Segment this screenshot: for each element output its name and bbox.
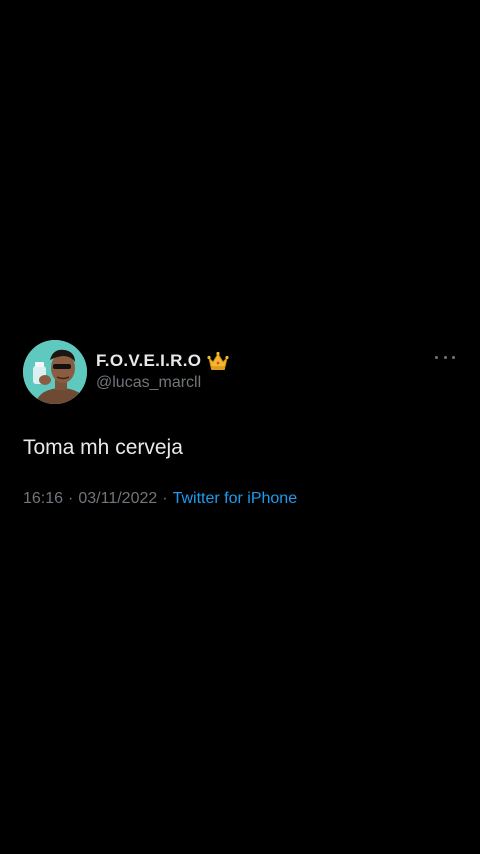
tweet-meta: 16:16 · 03/11/2022 · Twitter for iPhone [23, 490, 457, 508]
more-dot [435, 355, 438, 359]
tweet: F.O.V.E.I.R.O @lucas_marcll Toma mh cerv… [23, 340, 457, 508]
username[interactable]: @lucas_marcll [96, 374, 229, 392]
tweet-date[interactable]: 03/11/2022 [78, 490, 157, 508]
tweet-source-link[interactable]: Twitter for iPhone [173, 490, 298, 508]
meta-separator: · [162, 490, 168, 507]
tweet-text: Toma mh cerveja [23, 436, 183, 459]
crown-icon [207, 351, 229, 371]
author-names: F.O.V.E.I.R.O @lucas_marcll [96, 349, 229, 392]
display-name-row: F.O.V.E.I.R.O [96, 349, 229, 373]
more-dot [452, 355, 455, 359]
tweet-time[interactable]: 16:16 [23, 490, 63, 508]
screen: F.O.V.E.I.R.O @lucas_marcll Toma mh cerv… [0, 0, 480, 854]
display-name[interactable]: F.O.V.E.I.R.O [96, 351, 201, 371]
tweet-header: F.O.V.E.I.R.O @lucas_marcll [23, 340, 457, 404]
meta-separator: · [68, 490, 74, 507]
more-icon[interactable] [435, 352, 455, 362]
avatar-illustration [23, 340, 87, 404]
more-dot [443, 355, 447, 359]
avatar[interactable] [23, 340, 87, 404]
